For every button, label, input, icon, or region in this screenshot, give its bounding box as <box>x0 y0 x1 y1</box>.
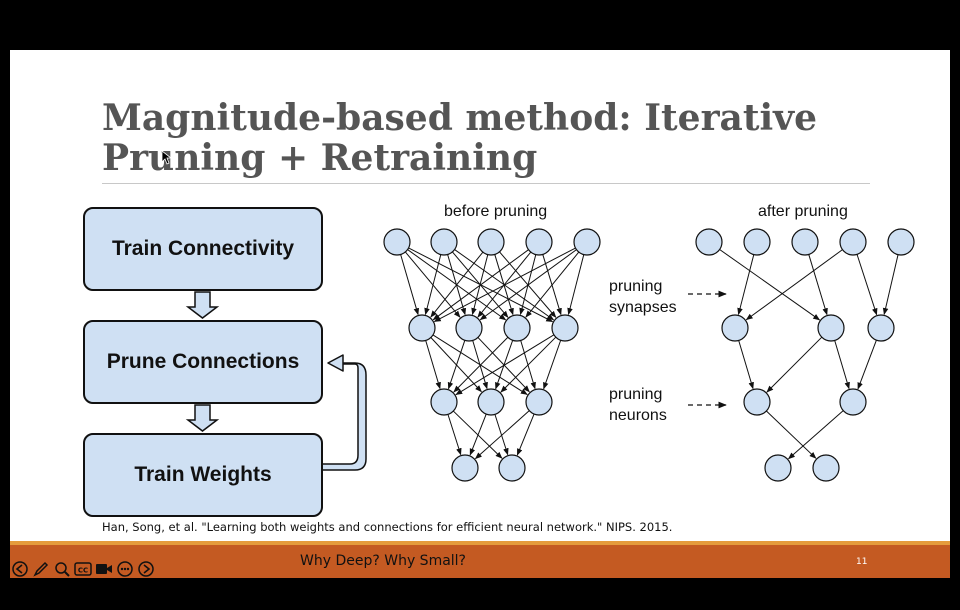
before-synapse <box>469 413 487 456</box>
after-synapse <box>737 254 755 316</box>
after-neuron <box>695 228 723 256</box>
before-neuron <box>430 228 458 256</box>
down-arrow-2 <box>185 404 220 432</box>
loop-back-arrow <box>323 354 367 471</box>
after-pruning-label: after pruning <box>758 203 848 220</box>
before-pruning-label: before pruning <box>444 203 548 220</box>
before-neuron <box>525 388 553 416</box>
after-synapse <box>857 339 877 390</box>
after-neuron <box>743 388 771 416</box>
before-neuron <box>573 228 601 256</box>
before-neuron <box>383 228 411 256</box>
before-synapse <box>494 414 509 456</box>
after-neuron <box>812 454 840 482</box>
before-neuron <box>498 454 526 482</box>
network-nodes <box>383 228 915 482</box>
camera-icon[interactable] <box>95 560 113 578</box>
after-neuron <box>743 228 771 256</box>
more-icon[interactable] <box>116 560 134 578</box>
after-synapse <box>738 340 754 390</box>
after-neuron <box>839 228 867 256</box>
next-slide-icon[interactable] <box>137 560 155 578</box>
svg-text:CC: CC <box>78 567 88 575</box>
before-synapse <box>474 410 530 460</box>
page-number: 11 <box>856 557 868 567</box>
after-neuron <box>887 228 915 256</box>
pruning-neurons-label: pruning neurons <box>609 384 667 426</box>
before-neuron <box>477 388 505 416</box>
after-neuron <box>764 454 792 482</box>
before-neuron <box>430 388 458 416</box>
before-synapse <box>425 340 441 390</box>
captions-icon[interactable]: CC <box>74 560 92 578</box>
previous-slide-icon[interactable] <box>11 560 29 578</box>
before-synapse <box>567 254 585 316</box>
after-neuron <box>791 228 819 256</box>
before-synapse <box>447 414 462 456</box>
pen-icon[interactable] <box>32 560 50 578</box>
after-neuron <box>817 314 845 342</box>
before-synapse <box>432 249 529 321</box>
before-neuron <box>525 228 553 256</box>
before-synapse <box>516 413 535 456</box>
before-synapse <box>447 340 466 390</box>
mouse-cursor-icon <box>162 151 172 165</box>
pruning-neurons-line-2: neurons <box>609 407 667 424</box>
after-synapse <box>787 410 844 460</box>
after-synapse <box>719 249 821 321</box>
before-neuron <box>408 314 436 342</box>
pruning-synapses-line-2: synapses <box>609 299 677 316</box>
before-synapse <box>500 336 557 393</box>
after-synapse <box>882 254 899 316</box>
after-synapse <box>834 340 850 390</box>
before-neuron <box>551 314 579 342</box>
after-neuron <box>867 314 895 342</box>
after-neuron <box>839 388 867 416</box>
before-synapse <box>453 336 509 393</box>
flow-arrows <box>185 291 367 471</box>
zoom-icon[interactable] <box>53 560 71 578</box>
after-synapse <box>856 254 878 316</box>
presentation-toolbar: CC <box>11 559 155 579</box>
after-neuron <box>721 314 749 342</box>
after-synapse <box>745 249 843 321</box>
before-synapse <box>455 334 555 396</box>
citation: Han, Song, et al. "Learning both weights… <box>102 520 673 534</box>
before-neuron <box>451 454 479 482</box>
slide: Magnitude-based method: Iterative Prunin… <box>10 50 950 578</box>
before-synapse <box>472 340 488 390</box>
network-diagram <box>185 228 915 482</box>
before-neuron <box>477 228 505 256</box>
after-synapse <box>766 336 823 393</box>
before-synapse <box>543 340 562 390</box>
before-synapse <box>433 247 576 322</box>
after-synapse <box>766 410 817 459</box>
before-neuron <box>455 314 483 342</box>
pruning-synapses-line-1: pruning <box>609 278 663 295</box>
before-neuron <box>503 314 531 342</box>
footer-title: Why Deep? Why Small? <box>300 553 466 569</box>
down-arrow-1 <box>185 291 220 319</box>
pruning-synapses-label: pruning synapses <box>609 276 677 318</box>
pruning-neurons-line-1: pruning <box>609 386 663 403</box>
